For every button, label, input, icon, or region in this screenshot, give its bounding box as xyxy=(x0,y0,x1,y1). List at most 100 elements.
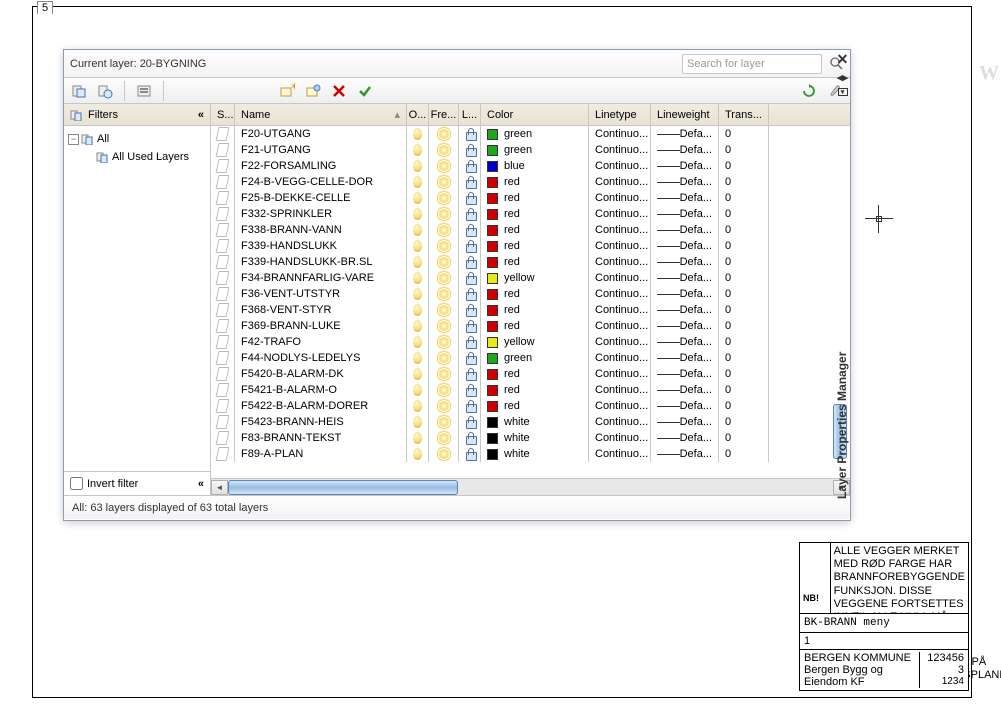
layer-lock-icon[interactable] xyxy=(465,368,474,380)
lineweight-value[interactable]: Defa... xyxy=(651,446,719,462)
layer-on-icon[interactable] xyxy=(413,368,422,380)
layer-row[interactable]: F5422-B-ALARM-DORERredContinuo... Defa..… xyxy=(211,398,850,414)
transparency-value[interactable]: 0 xyxy=(719,174,769,190)
layer-on-icon[interactable] xyxy=(413,320,422,332)
linetype-value[interactable]: Continuo... xyxy=(589,254,651,270)
transparency-value[interactable]: 0 xyxy=(719,366,769,382)
new-layer-button[interactable]: ✶ xyxy=(276,80,298,102)
lineweight-value[interactable]: Defa... xyxy=(651,158,719,174)
layer-on-icon[interactable] xyxy=(413,432,422,444)
lineweight-value[interactable]: Defa... xyxy=(651,190,719,206)
layer-freeze-icon[interactable] xyxy=(438,208,450,220)
invert-filter-checkbox[interactable] xyxy=(70,477,83,490)
layer-lock-icon[interactable] xyxy=(465,416,474,428)
transparency-value[interactable]: 0 xyxy=(719,414,769,430)
layer-freeze-icon[interactable] xyxy=(438,192,450,204)
color-swatch[interactable] xyxy=(487,385,498,396)
color-swatch[interactable] xyxy=(487,417,498,428)
col-transparency[interactable]: Trans... xyxy=(719,104,769,125)
layer-on-icon[interactable] xyxy=(413,128,422,140)
filter-tree-all[interactable]: − All xyxy=(66,130,208,148)
linetype-value[interactable]: Continuo... xyxy=(589,382,651,398)
transparency-value[interactable]: 0 xyxy=(719,190,769,206)
color-swatch[interactable] xyxy=(487,369,498,380)
palette-menu-icon[interactable]: ▾ xyxy=(838,88,848,96)
linetype-value[interactable]: Continuo... xyxy=(589,446,651,462)
color-swatch[interactable] xyxy=(487,193,498,204)
layer-lock-icon[interactable] xyxy=(465,240,474,252)
transparency-value[interactable]: 0 xyxy=(719,270,769,286)
color-swatch[interactable] xyxy=(487,145,498,156)
layer-row[interactable]: F5421-B-ALARM-OredContinuo... Defa...0 xyxy=(211,382,850,398)
layer-row[interactable]: F339-HANDSLUKK-BR.SLredContinuo... Defa.… xyxy=(211,254,850,270)
col-name[interactable]: Name▴ xyxy=(235,104,407,125)
layer-on-icon[interactable] xyxy=(413,224,422,236)
linetype-value[interactable]: Continuo... xyxy=(589,318,651,334)
color-swatch[interactable] xyxy=(487,353,498,364)
layer-lock-icon[interactable] xyxy=(465,208,474,220)
color-swatch[interactable] xyxy=(487,209,498,220)
lineweight-value[interactable]: Defa... xyxy=(651,126,719,142)
transparency-value[interactable]: 0 xyxy=(719,126,769,142)
layer-lock-icon[interactable] xyxy=(465,160,474,172)
layer-freeze-icon[interactable] xyxy=(438,240,450,252)
layer-row[interactable]: F22-FORSAMLINGblueContinuo... Defa...0 xyxy=(211,158,850,174)
layer-lock-icon[interactable] xyxy=(465,192,474,204)
transparency-value[interactable]: 0 xyxy=(719,302,769,318)
layer-lock-icon[interactable] xyxy=(465,144,474,156)
search-input[interactable]: Search for layer xyxy=(682,54,822,74)
layer-lock-icon[interactable] xyxy=(465,352,474,364)
layer-lock-icon[interactable] xyxy=(465,320,474,332)
color-swatch[interactable] xyxy=(487,289,498,300)
layer-freeze-icon[interactable] xyxy=(438,368,450,380)
color-swatch[interactable] xyxy=(487,225,498,236)
layer-lock-icon[interactable] xyxy=(465,432,474,444)
refresh-button[interactable] xyxy=(798,80,820,102)
layer-freeze-icon[interactable] xyxy=(438,176,450,188)
transparency-value[interactable]: 0 xyxy=(719,430,769,446)
layer-on-icon[interactable] xyxy=(413,304,422,316)
lineweight-value[interactable]: Defa... xyxy=(651,142,719,158)
layer-row[interactable]: F339-HANDSLUKKredContinuo... Defa...0 xyxy=(211,238,850,254)
linetype-value[interactable]: Continuo... xyxy=(589,350,651,366)
layer-lock-icon[interactable] xyxy=(465,288,474,300)
tree-expander-icon[interactable]: − xyxy=(68,134,79,145)
col-linetype[interactable]: Linetype xyxy=(589,104,651,125)
col-color[interactable]: Color xyxy=(481,104,589,125)
layer-on-icon[interactable] xyxy=(413,240,422,252)
layer-row[interactable]: F5423-BRANN-HEISwhiteContinuo... Defa...… xyxy=(211,414,850,430)
transparency-value[interactable]: 0 xyxy=(719,238,769,254)
layer-freeze-icon[interactable] xyxy=(438,128,450,140)
filters-header[interactable]: Filters « xyxy=(64,104,210,126)
layer-row[interactable]: F20-UTGANGgreenContinuo... Defa...0 xyxy=(211,126,850,142)
layer-lock-icon[interactable] xyxy=(465,128,474,140)
delete-layer-button[interactable] xyxy=(328,80,350,102)
transparency-value[interactable]: 0 xyxy=(719,158,769,174)
layer-on-icon[interactable] xyxy=(413,416,422,428)
layer-on-icon[interactable] xyxy=(413,448,422,460)
lineweight-value[interactable]: Defa... xyxy=(651,254,719,270)
layer-lock-icon[interactable] xyxy=(465,336,474,348)
layer-row[interactable]: F89-A-PLANwhiteContinuo... Defa...0 xyxy=(211,446,850,462)
transparency-value[interactable]: 0 xyxy=(719,398,769,414)
transparency-value[interactable]: 0 xyxy=(719,206,769,222)
layer-on-icon[interactable] xyxy=(413,144,422,156)
lineweight-value[interactable]: Defa... xyxy=(651,286,719,302)
linetype-value[interactable]: Continuo... xyxy=(589,174,651,190)
layer-row[interactable]: F332-SPRINKLERredContinuo... Defa...0 xyxy=(211,206,850,222)
layer-lock-icon[interactable] xyxy=(465,400,474,412)
layer-freeze-icon[interactable] xyxy=(438,256,450,268)
lineweight-value[interactable]: Defa... xyxy=(651,382,719,398)
layer-lock-icon[interactable] xyxy=(465,272,474,284)
linetype-value[interactable]: Continuo... xyxy=(589,158,651,174)
layer-on-icon[interactable] xyxy=(413,176,422,188)
layer-freeze-icon[interactable] xyxy=(438,288,450,300)
linetype-value[interactable]: Continuo... xyxy=(589,414,651,430)
hscroll-thumb[interactable] xyxy=(228,480,458,495)
col-on[interactable]: O... xyxy=(407,104,429,125)
layer-on-icon[interactable] xyxy=(413,192,422,204)
layer-on-icon[interactable] xyxy=(413,256,422,268)
transparency-value[interactable]: 0 xyxy=(719,142,769,158)
color-swatch[interactable] xyxy=(487,177,498,188)
linetype-value[interactable]: Continuo... xyxy=(589,190,651,206)
